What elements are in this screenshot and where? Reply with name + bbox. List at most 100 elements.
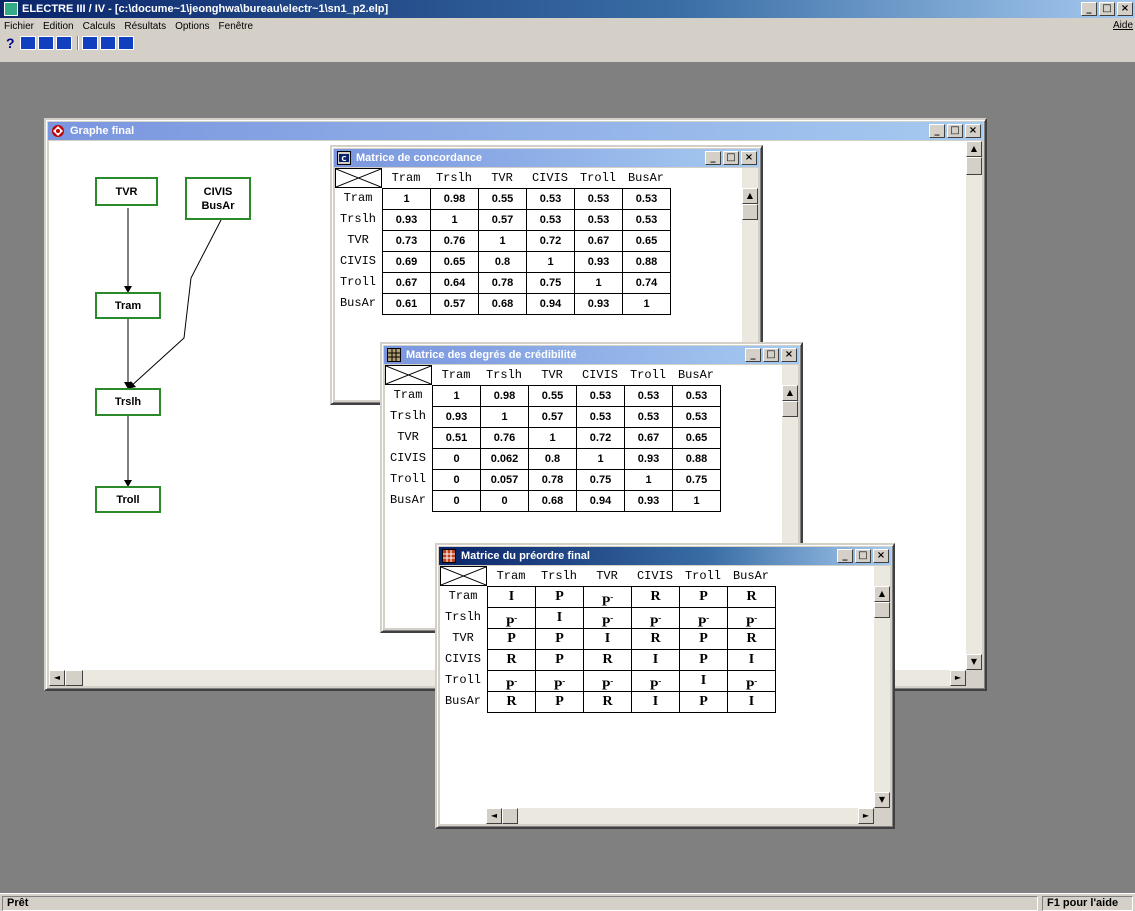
matrix-cell[interactable]: 1 (526, 251, 575, 273)
matrix-cell[interactable]: 0.53 (624, 385, 673, 407)
matrix-cell[interactable]: 0.8 (528, 448, 577, 470)
matrix-cell[interactable]: 0.57 (528, 406, 577, 428)
close-button[interactable]: × (1117, 2, 1133, 16)
matrix-cell[interactable]: P- (583, 607, 632, 631)
graph-icon[interactable] (100, 36, 116, 50)
matrix-cell[interactable]: 0.93 (432, 406, 481, 428)
matrix-cell[interactable]: R (583, 649, 632, 671)
graph-node-troll[interactable]: Troll (95, 486, 161, 513)
matrix-cell[interactable]: 0.75 (526, 272, 575, 294)
close-button[interactable]: × (781, 348, 797, 362)
minimize-button[interactable]: _ (705, 151, 721, 165)
matrix-cell[interactable]: R (727, 628, 776, 650)
menu-edition[interactable]: Edition (43, 21, 74, 32)
matrix-cell[interactable]: 0.55 (478, 188, 527, 210)
matrix-cell[interactable]: 1 (430, 209, 479, 231)
scroll-thumb[interactable] (782, 401, 798, 417)
menu-resultats[interactable]: Résultats (124, 21, 166, 32)
scroll-right-button[interactable]: ► (858, 808, 874, 824)
matrix-cell[interactable]: 1 (624, 469, 673, 491)
matrix-cell[interactable]: 0.76 (480, 427, 529, 449)
matrix-cell[interactable]: 0.53 (526, 209, 575, 231)
scroll-up-button[interactable]: ▲ (874, 586, 890, 602)
scroll-thumb[interactable] (966, 157, 982, 175)
print-icon[interactable] (56, 36, 72, 50)
matrix-cell[interactable]: 0.98 (430, 188, 479, 210)
matrix-cell[interactable]: 1 (432, 385, 481, 407)
matrix-cell[interactable]: 0.65 (430, 251, 479, 273)
matrix-cell[interactable]: P- (727, 670, 776, 694)
scroll-up-button[interactable]: ▲ (966, 141, 982, 157)
close-button[interactable]: × (741, 151, 757, 165)
scroll-left-button[interactable]: ◄ (49, 670, 65, 686)
matrix-cell[interactable]: I (583, 628, 632, 650)
maximize-button[interactable]: □ (1099, 2, 1115, 16)
menu-fichier[interactable]: Fichier (4, 21, 34, 32)
matrix-cell[interactable]: P- (487, 670, 536, 694)
matrix-cell[interactable]: 0.53 (672, 385, 721, 407)
maximize-button[interactable]: □ (855, 549, 871, 563)
scroll-down-button[interactable]: ▼ (874, 792, 890, 808)
matrix-icon[interactable] (82, 36, 98, 50)
export-icon[interactable] (38, 36, 54, 50)
scroll-left-button[interactable]: ◄ (486, 808, 502, 824)
matrix-cell[interactable]: 0.53 (574, 188, 623, 210)
preorder-window-titlebar[interactable]: Matrice du préordre final _ □ × (439, 547, 891, 565)
matrix-cell[interactable]: 1 (672, 490, 721, 512)
matrix-cell[interactable]: 0.75 (576, 469, 625, 491)
matrix-cell[interactable]: I (727, 649, 776, 671)
scroll-thumb[interactable] (65, 670, 83, 686)
maximize-button[interactable]: □ (723, 151, 739, 165)
matrix-cell[interactable]: I (487, 586, 536, 608)
graph-vertical-scrollbar[interactable]: ▲ ▼ (966, 141, 982, 670)
matrix-cell[interactable]: 0.68 (478, 293, 527, 315)
matrix-cell[interactable]: 0.51 (432, 427, 481, 449)
matrix-cell[interactable]: 0.67 (382, 272, 431, 294)
matrix-cell[interactable]: 0.67 (574, 230, 623, 252)
matrix-cell[interactable]: 0.93 (624, 490, 673, 512)
matrix-cell[interactable]: 0.78 (478, 272, 527, 294)
graph-node-civis-busar[interactable]: CIVIS BusAr (185, 177, 251, 220)
matrix-cell[interactable]: P (679, 628, 728, 650)
matrix-cell[interactable]: 0.94 (576, 490, 625, 512)
preorder-window[interactable]: Matrice du préordre final _ □ × Tram Trsl… (435, 543, 895, 829)
menu-fenetre[interactable]: Fenêtre (219, 21, 253, 32)
matrix-cell[interactable]: P- (679, 607, 728, 631)
matrix-cell[interactable]: 0.67 (624, 427, 673, 449)
concordance-window-titlebar[interactable]: C Matrice de concordance _ □ × (334, 149, 759, 167)
matrix-cell[interactable]: 0.69 (382, 251, 431, 273)
matrix-cell[interactable]: 0.75 (672, 469, 721, 491)
scroll-down-button[interactable]: ▼ (966, 654, 982, 670)
matrix-cell[interactable]: P (679, 586, 728, 608)
graph-node-trslh[interactable]: Trslh (95, 388, 161, 416)
matrix-cell[interactable]: 0.78 (528, 469, 577, 491)
help-icon[interactable]: ? (6, 36, 18, 50)
matrix-cell[interactable]: 0.93 (574, 251, 623, 273)
matrix-cell[interactable]: 0.53 (574, 209, 623, 231)
matrix-cell[interactable]: 0.73 (382, 230, 431, 252)
matrix-cell[interactable]: R (487, 649, 536, 671)
matrix-cell[interactable]: P (535, 628, 584, 650)
matrix-cell[interactable]: P (535, 691, 584, 713)
close-button[interactable]: × (965, 124, 981, 138)
matrix-cell[interactable]: P (535, 649, 584, 671)
matrix-cell[interactable]: I (679, 670, 728, 692)
matrix-cell[interactable]: 0.68 (528, 490, 577, 512)
matrix-cell[interactable]: 0.93 (624, 448, 673, 470)
matrix-cell[interactable]: 0.72 (576, 427, 625, 449)
matrix-cell[interactable]: 0.65 (622, 230, 671, 252)
app-titlebar[interactable]: ELECTRE III / IV - [c:\docume~1\jeonghwa… (0, 0, 1135, 18)
minimize-button[interactable]: _ (837, 549, 853, 563)
matrix-cell[interactable]: I (631, 691, 680, 713)
maximize-button[interactable]: □ (763, 348, 779, 362)
save-icon[interactable] (118, 36, 134, 50)
matrix-cell[interactable]: 0.53 (624, 406, 673, 428)
matrix-cell[interactable]: P (535, 586, 584, 608)
matrix-cell[interactable]: 0.062 (480, 448, 529, 470)
scroll-up-button[interactable]: ▲ (782, 385, 798, 401)
matrix-cell[interactable]: I (535, 607, 584, 629)
matrix-cell[interactable]: 0 (432, 469, 481, 491)
matrix-cell[interactable]: I (631, 649, 680, 671)
scroll-right-button[interactable]: ► (950, 670, 966, 686)
matrix-cell[interactable]: 1 (528, 427, 577, 449)
